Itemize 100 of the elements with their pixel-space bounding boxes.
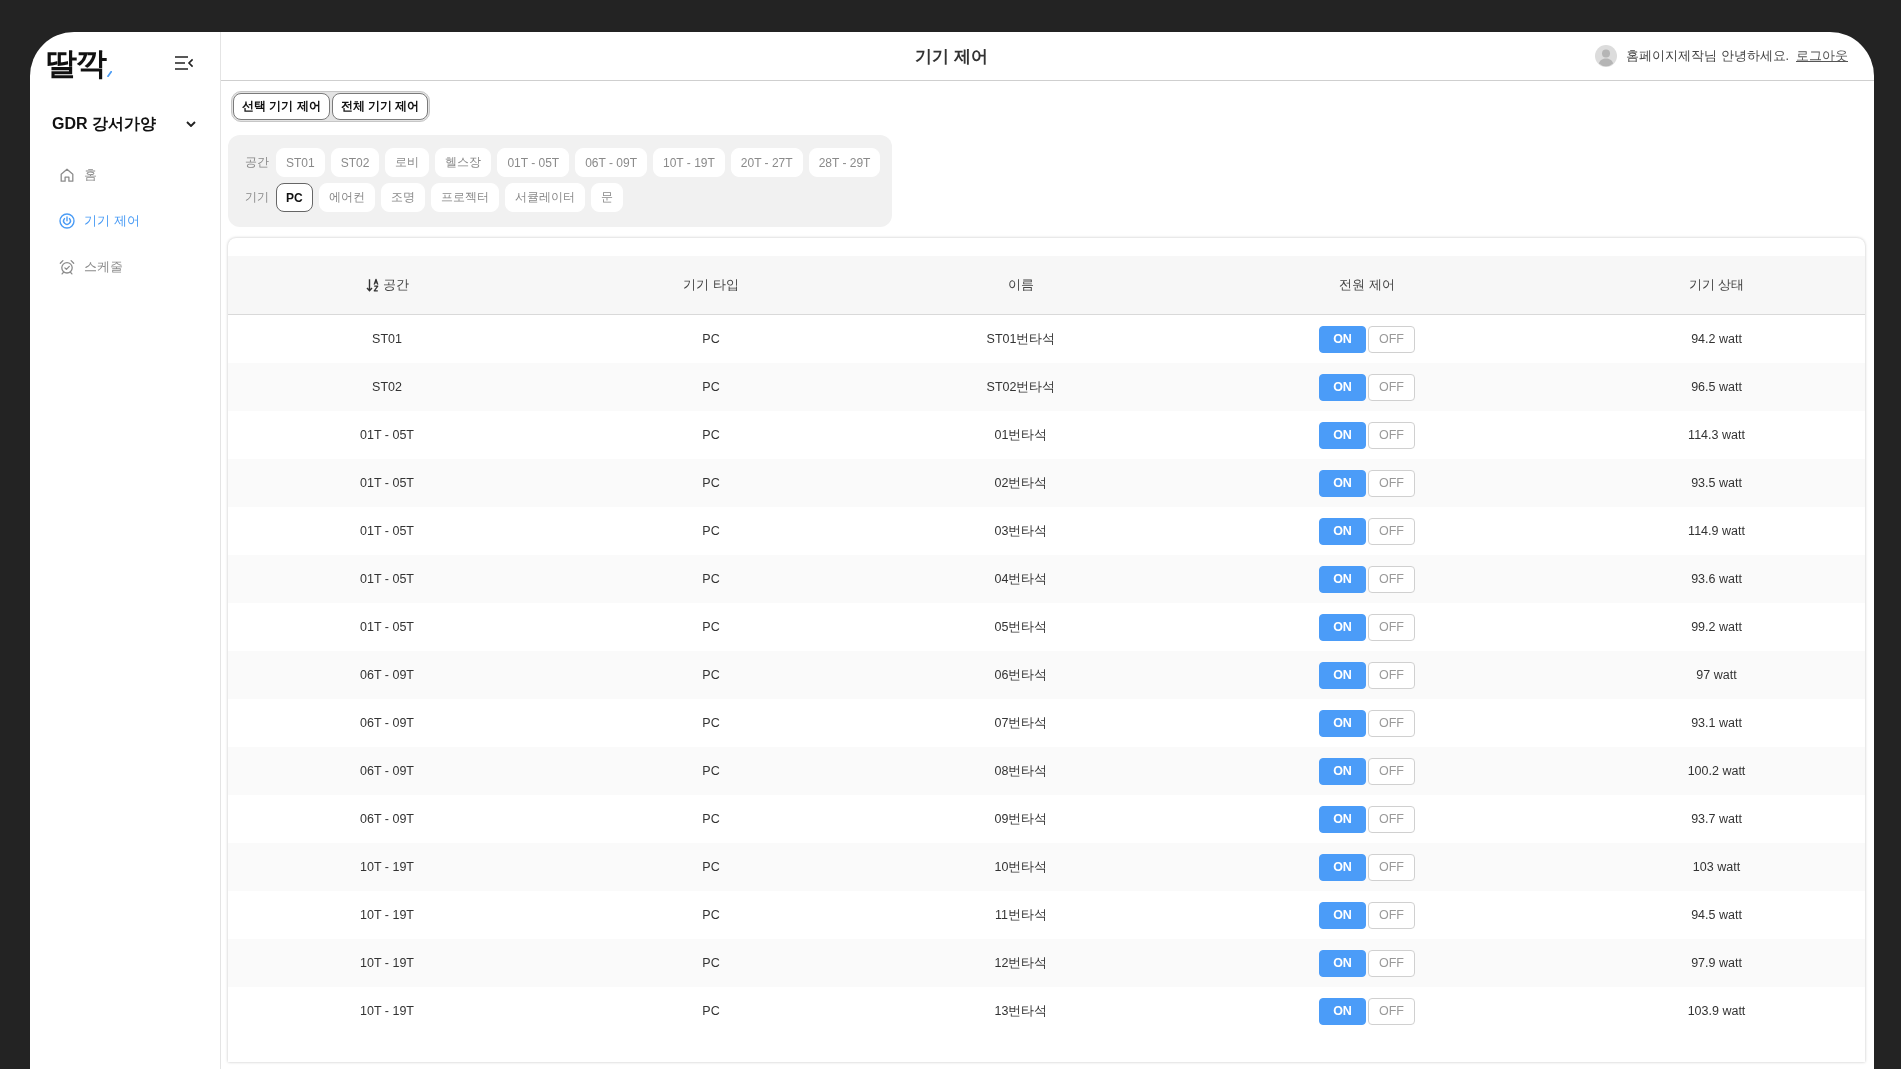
filter-chip[interactable]: ST01 xyxy=(276,148,325,177)
column-header: 이름 xyxy=(1008,276,1034,294)
power-on-button[interactable]: ON xyxy=(1319,421,1366,449)
filter-chip[interactable]: 헬스장 xyxy=(435,148,492,177)
power-on-button[interactable]: ON xyxy=(1319,949,1366,977)
zone-label: 10T - 19T xyxy=(360,860,414,874)
mode-button[interactable]: 선택 기기 제어 xyxy=(233,93,330,120)
power-off-button[interactable]: OFF xyxy=(1368,565,1415,593)
device-type: PC xyxy=(702,332,720,346)
logout-link[interactable]: 로그아웃 xyxy=(1796,47,1848,65)
device-type: PC xyxy=(702,572,720,586)
filter-label: 기기 xyxy=(245,189,270,206)
device-type: PC xyxy=(702,956,720,970)
device-name: 06번타석 xyxy=(994,667,1048,682)
power-on-button[interactable]: ON xyxy=(1319,997,1366,1025)
nav-item[interactable]: 기기 제어 xyxy=(59,207,140,235)
filter-chip[interactable]: ST02 xyxy=(330,148,380,177)
power-off-button[interactable]: OFF xyxy=(1368,373,1415,401)
column-header: 전원 제어 xyxy=(1339,276,1395,294)
power-reading: 97.9 watt xyxy=(1691,956,1742,970)
device-name: 07번타석 xyxy=(994,715,1048,730)
power-off-button[interactable]: OFF xyxy=(1368,421,1415,449)
power-on-button[interactable]: ON xyxy=(1319,805,1366,833)
power-on-button[interactable]: ON xyxy=(1319,661,1366,689)
zone-label: 01T - 05T xyxy=(360,524,414,538)
power-reading: 99.2 watt xyxy=(1691,620,1742,634)
power-reading: 94.5 watt xyxy=(1691,908,1742,922)
filter-chip[interactable]: 로비 xyxy=(385,148,430,177)
power-off-button[interactable]: OFF xyxy=(1368,853,1415,881)
zone-label: 06T - 09T xyxy=(360,716,414,730)
mode-button[interactable]: 전체 기기 제어 xyxy=(331,93,429,120)
nav-item[interactable]: 스케줄 xyxy=(59,253,123,281)
power-on-button[interactable]: ON xyxy=(1319,469,1366,497)
power-reading: 93.5 watt xyxy=(1691,476,1742,490)
power-on-button[interactable]: ON xyxy=(1319,565,1366,593)
power-off-button[interactable]: OFF xyxy=(1368,949,1415,977)
nav-item[interactable]: 홈 xyxy=(59,161,97,189)
power-off-button[interactable]: OFF xyxy=(1368,901,1415,929)
power-on-button[interactable]: ON xyxy=(1319,853,1366,881)
zone-label: 01T - 05T xyxy=(360,620,414,634)
filter-chip[interactable]: 프로젝터 xyxy=(430,183,499,212)
workspace-dropdown[interactable]: GDR 강서가양 xyxy=(52,112,196,136)
filter-chip[interactable]: 문 xyxy=(590,183,623,212)
power-off-button[interactable]: OFF xyxy=(1368,469,1415,497)
alarm-clock-icon xyxy=(59,259,75,275)
power-off-button[interactable]: OFF xyxy=(1368,613,1415,641)
filter-chip[interactable]: 10T - 19T xyxy=(653,148,725,177)
chevron-down-icon xyxy=(186,121,196,127)
power-off-button[interactable]: OFF xyxy=(1368,709,1415,737)
power-on-button[interactable]: ON xyxy=(1319,517,1366,545)
home-icon xyxy=(59,167,75,183)
zone-label: 01T - 05T xyxy=(360,476,414,490)
power-reading: 97 watt xyxy=(1696,668,1737,682)
power-on-button[interactable]: ON xyxy=(1319,901,1366,929)
filter-chip[interactable]: 조명 xyxy=(380,183,425,212)
device-name: ST01번타석 xyxy=(986,331,1056,346)
power-icon xyxy=(59,213,75,229)
filter-chip[interactable]: 28T - 29T xyxy=(808,148,881,177)
power-off-button[interactable]: OFF xyxy=(1368,805,1415,833)
filter-chip[interactable]: 01T - 05T xyxy=(497,148,570,177)
device-type: PC xyxy=(702,620,720,634)
device-type: PC xyxy=(702,668,720,682)
device-name: 01번타석 xyxy=(994,427,1048,442)
zone-label: 10T - 19T xyxy=(360,908,414,922)
device-type: PC xyxy=(702,764,720,778)
power-off-button[interactable]: OFF xyxy=(1368,997,1415,1025)
device-name: 02번타석 xyxy=(994,475,1048,490)
power-reading: 94.2 watt xyxy=(1691,332,1742,346)
device-type: PC xyxy=(702,524,720,538)
device-name: ST02번타석 xyxy=(986,379,1056,394)
filter-chip[interactable]: 에어컨 xyxy=(318,183,375,212)
sort-icon[interactable] xyxy=(365,278,379,292)
power-off-button[interactable]: OFF xyxy=(1368,757,1415,785)
power-off-button[interactable]: OFF xyxy=(1368,517,1415,545)
power-on-button[interactable]: ON xyxy=(1319,757,1366,785)
power-on-button[interactable]: ON xyxy=(1319,709,1366,737)
filter-chip[interactable]: 20T - 27T xyxy=(730,148,803,177)
power-reading: 96.5 watt xyxy=(1691,380,1742,394)
column-header: 공간 xyxy=(382,276,409,294)
filter-chip[interactable]: 06T - 09T xyxy=(575,148,647,177)
zone-label: 10T - 19T xyxy=(360,956,414,970)
device-type: PC xyxy=(702,908,720,922)
power-on-button[interactable]: ON xyxy=(1319,613,1366,641)
device-name: 04번타석 xyxy=(994,571,1048,586)
power-reading: 114.3 watt xyxy=(1688,428,1745,442)
zone-label: ST02 xyxy=(372,380,402,394)
column-header: 기기 타입 xyxy=(683,276,739,294)
device-name: 11번타석 xyxy=(995,907,1047,922)
filter-chip[interactable]: 서큘레이터 xyxy=(504,183,585,212)
filter-chip[interactable]: PC xyxy=(276,183,313,212)
device-type: PC xyxy=(702,812,720,826)
power-on-button[interactable]: ON xyxy=(1319,373,1366,401)
device-type: PC xyxy=(702,476,720,490)
power-reading: 93.6 watt xyxy=(1691,572,1742,586)
logo: 딸깍 xyxy=(46,47,106,79)
menu-icon[interactable] xyxy=(174,55,194,71)
power-off-button[interactable]: OFF xyxy=(1368,661,1415,689)
power-off-button[interactable]: OFF xyxy=(1368,325,1415,353)
power-on-button[interactable]: ON xyxy=(1319,325,1366,353)
power-reading: 114.9 watt xyxy=(1688,524,1745,538)
